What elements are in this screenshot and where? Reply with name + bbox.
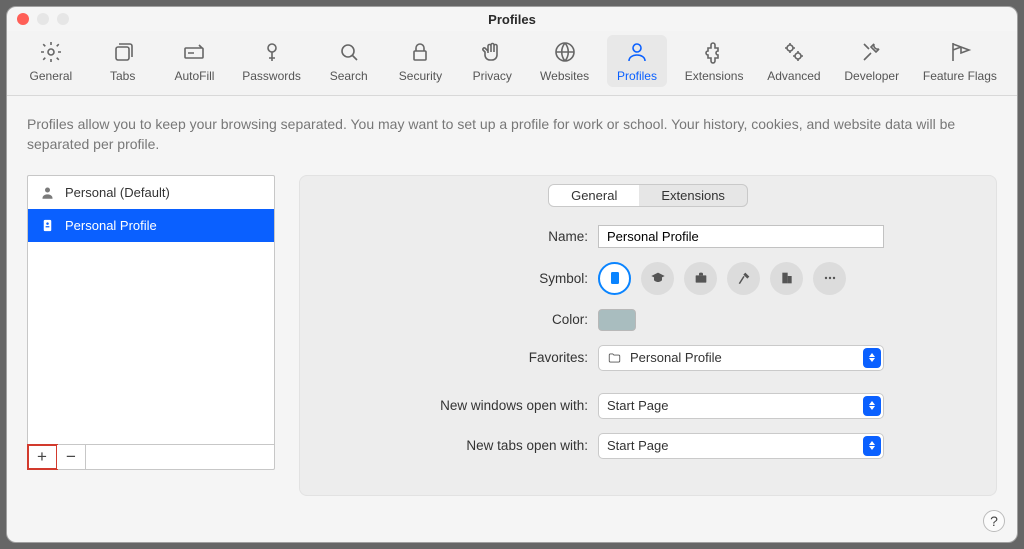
help-label: ?	[990, 513, 998, 529]
tab-passwords[interactable]: Passwords	[236, 35, 307, 87]
tab-feature-flags[interactable]: Feature Flags	[917, 35, 1003, 87]
traffic-lights	[17, 13, 69, 25]
profile-row-selected[interactable]: Personal Profile	[28, 209, 274, 242]
symbol-option-building[interactable]	[770, 262, 803, 295]
tab-websites[interactable]: Websites	[534, 35, 595, 87]
tab-search[interactable]: Search	[319, 35, 379, 87]
hammer-icon	[736, 270, 752, 286]
tab-label: Websites	[540, 69, 589, 83]
close-window-button[interactable]	[17, 13, 29, 25]
tab-label: General	[30, 69, 73, 83]
symbol-option-hammer[interactable]	[727, 262, 760, 295]
tab-autofill[interactable]: AutoFill	[164, 35, 224, 87]
symbol-option-badge[interactable]	[598, 262, 631, 295]
tab-label: Tabs	[110, 69, 135, 83]
person-icon	[624, 39, 650, 65]
maximize-window-button[interactable]	[57, 13, 69, 25]
intro-text: Profiles allow you to keep your browsing…	[27, 114, 997, 155]
tab-label: Advanced	[767, 69, 820, 83]
profile-row-default[interactable]: Personal (Default)	[28, 176, 274, 209]
titlebar: Profiles	[7, 7, 1017, 31]
profile-name: Personal (Default)	[65, 185, 170, 200]
color-label: Color:	[318, 312, 598, 327]
hand-icon	[479, 39, 505, 65]
tab-label: Extensions	[685, 69, 744, 83]
favorites-select[interactable]: Personal Profile	[598, 345, 884, 371]
stepper-icon	[863, 348, 881, 368]
badge-icon	[40, 218, 55, 233]
tab-profiles[interactable]: Profiles	[607, 35, 667, 87]
symbol-option-more[interactable]	[813, 262, 846, 295]
tab-advanced[interactable]: Advanced	[761, 35, 826, 87]
color-picker[interactable]	[598, 309, 636, 331]
toolbar-spacer	[86, 445, 274, 469]
stepper-icon	[863, 436, 881, 456]
stepper-icon	[863, 396, 881, 416]
minimize-window-button[interactable]	[37, 13, 49, 25]
tab-general[interactable]: General	[21, 35, 81, 87]
profile-list: Personal (Default) Personal Profile	[28, 176, 274, 444]
tab-label: Profiles	[617, 69, 657, 83]
name-input[interactable]	[598, 225, 884, 248]
preferences-window: Profiles General Tabs AutoFill Passwords…	[6, 6, 1018, 543]
select-value: Start Page	[607, 398, 668, 413]
globe-icon	[552, 39, 578, 65]
tab-developer[interactable]: Developer	[838, 35, 905, 87]
tab-label: Security	[399, 69, 442, 83]
add-profile-button[interactable]: +	[28, 445, 57, 469]
new-windows-label: New windows open with:	[318, 398, 598, 413]
tab-label: Search	[330, 69, 368, 83]
detail-tabs: General Extensions	[318, 184, 978, 207]
help-button[interactable]: ?	[983, 510, 1005, 532]
content: Profiles allow you to keep your browsing…	[7, 96, 1017, 514]
autofill-icon	[181, 39, 207, 65]
tools-icon	[859, 39, 885, 65]
tab-tabs[interactable]: Tabs	[93, 35, 153, 87]
person-icon	[40, 185, 55, 200]
puzzle-icon	[701, 39, 727, 65]
folder-icon	[607, 351, 622, 365]
gears-icon	[781, 39, 807, 65]
badge-icon	[607, 270, 623, 286]
symbol-option-briefcase[interactable]	[684, 262, 717, 295]
briefcase-icon	[693, 270, 709, 286]
flags-icon	[947, 39, 973, 65]
new-windows-select[interactable]: Start Page	[598, 393, 884, 419]
gear-icon	[38, 39, 64, 65]
add-remove-bar: + −	[28, 444, 274, 469]
profile-name: Personal Profile	[65, 218, 157, 233]
lock-icon	[407, 39, 433, 65]
select-value: Personal Profile	[630, 350, 722, 365]
search-icon	[336, 39, 362, 65]
symbol-option-graduation[interactable]	[641, 262, 674, 295]
tab-extensions[interactable]: Extensions	[679, 35, 750, 87]
detail-tab-extensions[interactable]: Extensions	[639, 185, 747, 206]
select-value: Start Page	[607, 438, 668, 453]
building-icon	[779, 270, 795, 286]
symbol-label: Symbol:	[318, 271, 598, 286]
tab-label: Privacy	[473, 69, 512, 83]
tab-security[interactable]: Security	[390, 35, 450, 87]
graduation-cap-icon	[650, 270, 666, 286]
detail-tab-general[interactable]: General	[549, 185, 639, 206]
ellipsis-icon	[822, 270, 838, 286]
remove-profile-button[interactable]: −	[57, 445, 86, 469]
tabs-icon	[110, 39, 136, 65]
tab-label: Developer	[844, 69, 899, 83]
tab-label: Passwords	[242, 69, 301, 83]
profiles-sidebar: Personal (Default) Personal Profile + −	[27, 175, 275, 470]
tab-label: AutoFill	[174, 69, 214, 83]
tab-label: Feature Flags	[923, 69, 997, 83]
name-label: Name:	[318, 229, 598, 244]
profile-detail-panel: General Extensions Name: Symbol:	[299, 175, 997, 496]
toolbar: General Tabs AutoFill Passwords Search S…	[7, 31, 1017, 96]
favorites-label: Favorites:	[318, 350, 598, 365]
window-title: Profiles	[488, 12, 536, 27]
key-icon	[259, 39, 285, 65]
new-tabs-label: New tabs open with:	[318, 438, 598, 453]
tab-privacy[interactable]: Privacy	[462, 35, 522, 87]
new-tabs-select[interactable]: Start Page	[598, 433, 884, 459]
